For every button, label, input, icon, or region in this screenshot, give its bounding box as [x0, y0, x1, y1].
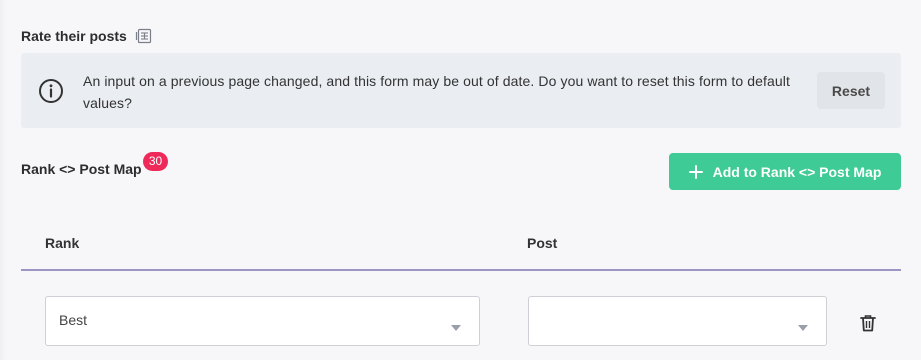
rank-select[interactable]: Best — [45, 296, 480, 346]
map-title: Rank <> Post Map — [21, 161, 142, 177]
trash-icon[interactable] — [858, 313, 878, 333]
column-header-rank: Rank — [45, 235, 80, 251]
column-header-post: Post — [527, 235, 558, 251]
chevron-down-icon — [798, 318, 808, 331]
banner-message: An input on a previous page changed, and… — [83, 73, 790, 111]
section-title-text: Rate their posts — [21, 28, 127, 44]
reset-button[interactable]: Reset — [817, 72, 885, 109]
post-select[interactable] — [528, 296, 827, 346]
form-icon — [135, 27, 153, 45]
plus-icon — [688, 164, 703, 179]
outdated-form-banner: An input on a previous page changed, and… — [21, 53, 901, 128]
rank-select-value: Best — [59, 312, 88, 328]
edge-shade — [0, 0, 6, 360]
add-to-map-label: Add to Rank <> Post Map — [712, 163, 882, 180]
info-icon — [38, 78, 64, 104]
count-badge: 30 — [143, 152, 168, 171]
section-title: Rate their posts — [21, 27, 153, 45]
add-to-map-button[interactable]: Add to Rank <> Post Map — [669, 153, 901, 190]
table-header-divider — [21, 269, 901, 271]
chevron-down-icon — [451, 318, 461, 331]
page: Rate their posts An input on a previous … — [0, 0, 921, 360]
